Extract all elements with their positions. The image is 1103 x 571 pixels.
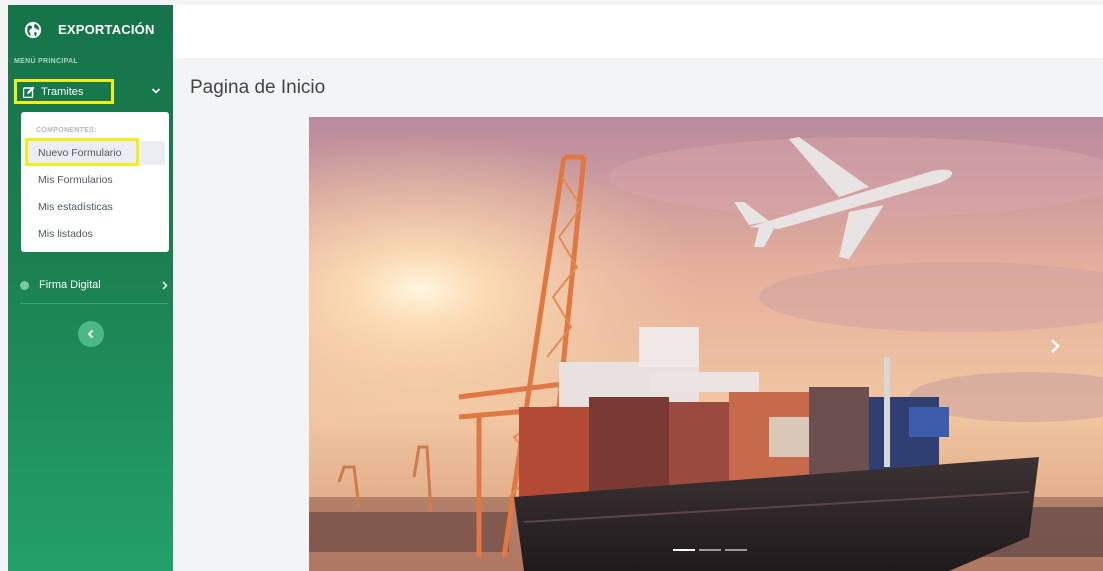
highlight-box: [25, 138, 139, 166]
sidebar-item-firma-digital[interactable]: Firma Digital: [20, 275, 170, 295]
sidebar-item-label: Firma Digital: [39, 279, 101, 291]
submenu-header: COMPONENTES:: [36, 127, 97, 134]
sidebar-item-tramites[interactable]: Tramites: [14, 79, 114, 104]
collapse-sidebar-button[interactable]: [78, 321, 104, 347]
edit-icon: [23, 86, 35, 98]
chevron-down-icon[interactable]: [151, 87, 161, 95]
chevron-right-icon: [162, 281, 168, 290]
globe-icon: [24, 21, 42, 39]
main-menu-label: MENÚ PRINCIPAL: [14, 58, 78, 65]
submenu-item-mis-listados[interactable]: Mis listados: [25, 222, 165, 246]
chevron-right-icon[interactable]: [1048, 338, 1062, 354]
tramites-submenu: COMPONENTES: Nuevo Formulario Mis Formul…: [21, 112, 169, 252]
carousel-indicator[interactable]: [673, 549, 695, 551]
carousel-indicator[interactable]: [699, 549, 721, 551]
brand[interactable]: EXPORTACIÓN: [8, 5, 173, 53]
page-title: Pagina de Inicio: [190, 77, 326, 98]
port-cargo-image: [309, 117, 1103, 571]
divider: [20, 303, 168, 304]
carousel-indicators: [673, 549, 747, 551]
submenu-item-mis-estadisticas[interactable]: Mis estadísticas: [25, 195, 165, 219]
carousel-indicator[interactable]: [725, 549, 747, 551]
top-bar: [173, 5, 1103, 58]
sidebar-item-label: Tramites: [41, 85, 84, 98]
sidebar: EXPORTACIÓN MENÚ PRINCIPAL Tramites COMP…: [8, 5, 173, 571]
submenu-item-mis-formularios[interactable]: Mis Formularios: [25, 168, 165, 192]
circle-icon: [20, 280, 29, 290]
chevron-left-icon: [87, 329, 94, 339]
brand-title: EXPORTACIÓN: [58, 22, 155, 37]
image-carousel[interactable]: [309, 117, 1103, 571]
